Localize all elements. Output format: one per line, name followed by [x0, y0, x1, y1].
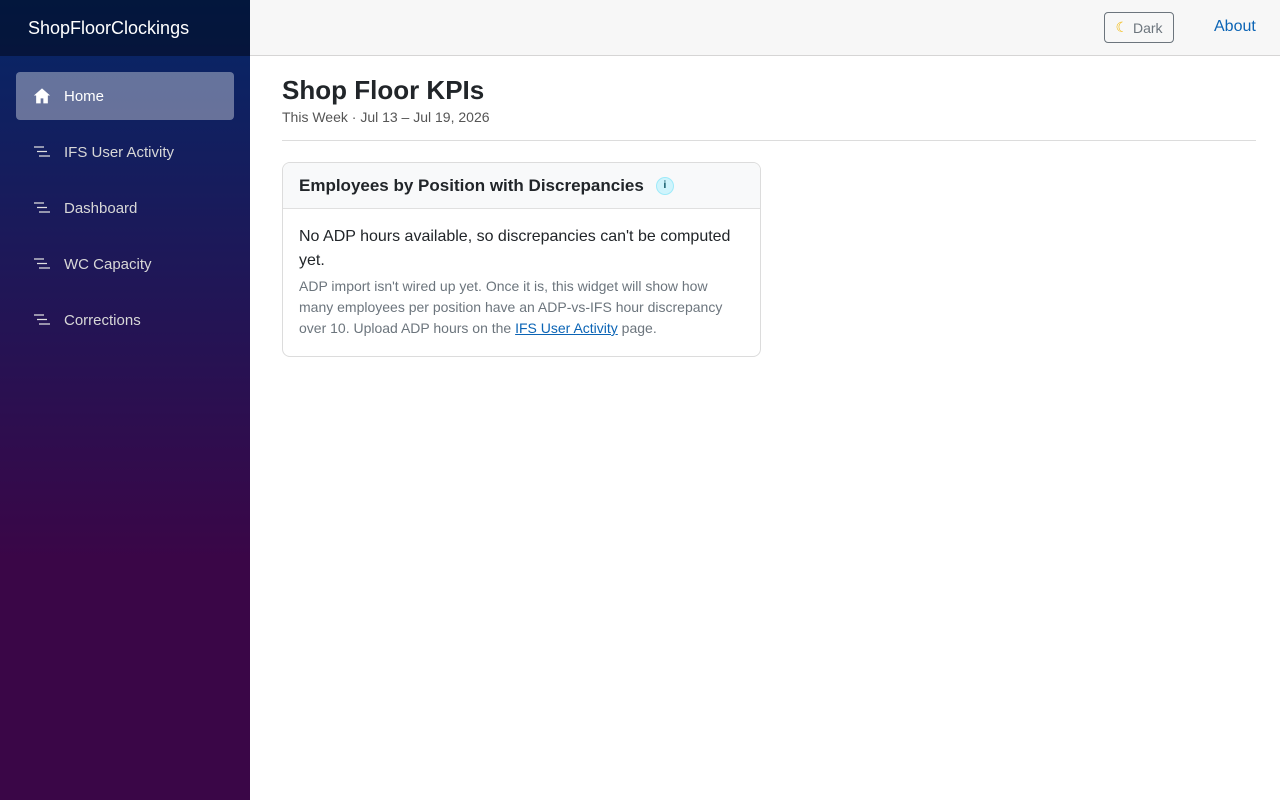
card-body: No ADP hours available, so discrepancies… [283, 209, 760, 356]
dark-mode-label: Dark [1133, 19, 1163, 36]
ifs-user-activity-link[interactable]: IFS User Activity [515, 320, 618, 336]
dark-mode-toggle-button[interactable]: ☾ Dark [1104, 12, 1174, 43]
page-subtitle: This Week · Jul 13 – Jul 19, 2026 [282, 109, 490, 125]
sidebar-item-ifs-user-activity[interactable]: IFS User Activity [16, 128, 234, 176]
list-icon [33, 311, 51, 329]
sidebar-item-label: Corrections [64, 311, 141, 329]
brand-name[interactable]: ShopFloorClockings [28, 18, 189, 39]
discrepancies-card: Employees by Position with Discrepancies… [282, 162, 761, 357]
detail-text: ADP import isn't wired up yet. Once it i… [299, 278, 723, 336]
moon-icon: ☾ [1115, 19, 1128, 35]
sidebar-item-wc-capacity[interactable]: WC Capacity [16, 240, 234, 288]
sidebar-item-label: Home [64, 87, 105, 105]
home-icon [33, 87, 51, 105]
card-header: Employees by Position with Discrepancies… [283, 163, 760, 209]
main-content: Shop Floor KPIs This Week · Jul 13 – Jul… [282, 56, 1256, 357]
sidebar: ShopFloorClockings Home IFS User Activit… [0, 0, 250, 800]
list-icon [33, 199, 51, 217]
list-icon [33, 143, 51, 161]
sidebar-item-label: Dashboard [64, 199, 138, 217]
sidebar-item-dashboard[interactable]: Dashboard [16, 184, 234, 232]
detail-text-end: page. [617, 320, 657, 336]
divider [282, 140, 1256, 141]
about-link[interactable]: About [1214, 18, 1256, 36]
list-icon [33, 255, 51, 273]
card-title: Employees by Position with Discrepancies [299, 175, 644, 195]
brand-bar: ShopFloorClockings [0, 0, 250, 56]
sidebar-item-home[interactable]: Home [16, 72, 234, 120]
sidebar-nav: Home IFS User Activity Dashboard WC Capa… [0, 56, 250, 368]
empty-state-detail: ADP import isn't wired up yet. Once it i… [299, 276, 744, 339]
info-icon[interactable]: i [655, 176, 674, 195]
top-bar: ☾ Dark About [250, 0, 1280, 56]
page-title: Shop Floor KPIs [282, 75, 485, 105]
empty-state-message: No ADP hours available, so discrepancies… [299, 228, 731, 269]
sidebar-item-corrections[interactable]: Corrections [16, 296, 234, 344]
sidebar-item-label: IFS User Activity [64, 143, 175, 161]
sidebar-item-label: WC Capacity [64, 255, 152, 273]
